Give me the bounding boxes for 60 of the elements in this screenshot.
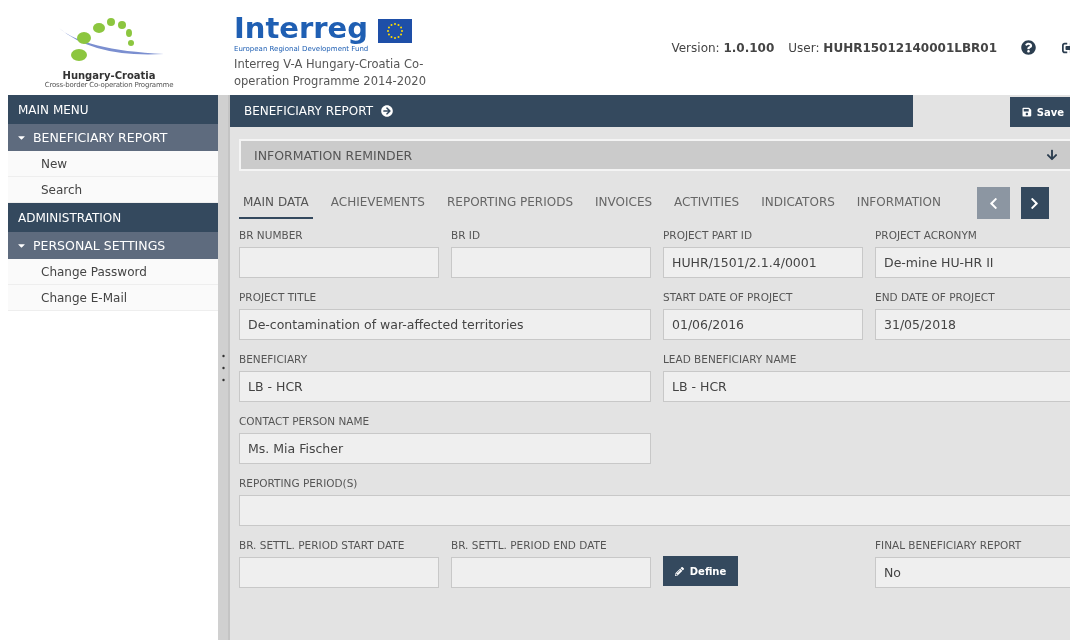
menu-item[interactable]: New: [8, 151, 218, 177]
input-field[interactable]: LB - HCR: [663, 371, 1070, 402]
user-text: User: HUHR15012140001LBR01: [788, 40, 997, 55]
reminder-panel[interactable]: INFORMATION REMINDER: [239, 139, 1070, 171]
tab[interactable]: ACHIEVEMENTS: [326, 187, 429, 219]
field-label: LEAD BENEFICIARY NAME: [663, 353, 798, 365]
field-label: END DATE OF PROJECT: [875, 291, 996, 303]
input-field[interactable]: [451, 247, 651, 278]
menu-group[interactable]: PERSONAL SETTINGS: [8, 232, 218, 259]
menu-section-title: ADMINISTRATION: [8, 203, 218, 232]
logo-title: Hungary-Croatia: [62, 70, 156, 81]
field-label: BR NUMBER: [239, 229, 304, 241]
field-label: CONTACT PERSON NAME: [239, 415, 371, 427]
menu-section-title: MAIN MENU: [8, 95, 218, 124]
programme-name: Interreg V-A Hungary-Croatia Co-operation Programme 2014-2020: [234, 56, 427, 90]
menu-item[interactable]: Search: [8, 177, 218, 203]
tab[interactable]: INVOICES: [591, 187, 657, 219]
field-label: PROJECT TITLE: [239, 291, 318, 303]
input-field[interactable]: De-contamination of war-affected territories: [239, 309, 651, 340]
help-icon[interactable]: [1021, 40, 1036, 55]
input-field[interactable]: 01/06/2016: [663, 309, 863, 340]
save-button[interactable]: Save: [1010, 97, 1070, 127]
field-label: BR. SETTL. PERIOD START DATE: [239, 539, 406, 551]
input-field[interactable]: 31/05/2018: [875, 309, 1070, 340]
field-label: START DATE OF PROJECT: [663, 291, 794, 303]
tab[interactable]: INDICATORS: [757, 187, 839, 219]
reminder-title: INFORMATION REMINDER: [254, 147, 413, 163]
arrow-down-icon[interactable]: [1046, 149, 1058, 161]
brand-name: Interreg: [234, 14, 368, 43]
pencil-icon: [674, 566, 684, 576]
version-text: Version: 1.0.100: [671, 40, 775, 55]
input-field[interactable]: [239, 495, 1070, 526]
field-label: REPORTING PERIOD(S): [239, 477, 359, 489]
input-field[interactable]: No: [875, 557, 1070, 588]
tab[interactable]: MAIN DATA: [239, 187, 313, 219]
field-label: FINAL BENEFICIARY REPORT: [875, 539, 1023, 551]
define-button[interactable]: Define: [663, 556, 738, 586]
arrow-right-icon[interactable]: [381, 105, 394, 117]
menu-item[interactable]: Change Password: [8, 259, 218, 285]
input-field[interactable]: HUHR/1501/2.1.4/0001: [663, 247, 863, 278]
field-label: PROJECT PART ID: [663, 229, 753, 241]
field-label: BR ID: [451, 229, 482, 241]
field-label: BR. SETTL. PERIOD END DATE: [451, 539, 608, 551]
input-field[interactable]: Ms. Mia Fischer: [239, 433, 651, 464]
menu-group[interactable]: BENEFICIARY REPORT: [8, 124, 218, 151]
field-label: PROJECT ACRONYM: [875, 229, 978, 241]
save-icon: [1022, 107, 1032, 117]
tab[interactable]: ACTIVITIES: [670, 187, 744, 219]
input-field[interactable]: [451, 557, 651, 588]
tab[interactable]: REPORTING PERIODS: [443, 187, 577, 219]
input-field[interactable]: De-mine HU-HR II: [875, 247, 1070, 278]
input-field[interactable]: [239, 247, 439, 278]
flag-icon: [378, 19, 412, 43]
page-title: BENEFICIARY REPORT: [244, 104, 374, 118]
field-label: BENEFICIARY: [239, 353, 309, 365]
next-tab-button[interactable]: [1020, 187, 1049, 219]
menu-item[interactable]: Change E-Mail: [8, 285, 218, 311]
input-field[interactable]: [239, 557, 439, 588]
input-field[interactable]: LB - HCR: [239, 371, 651, 402]
tab[interactable]: INFORMATION: [852, 187, 945, 219]
